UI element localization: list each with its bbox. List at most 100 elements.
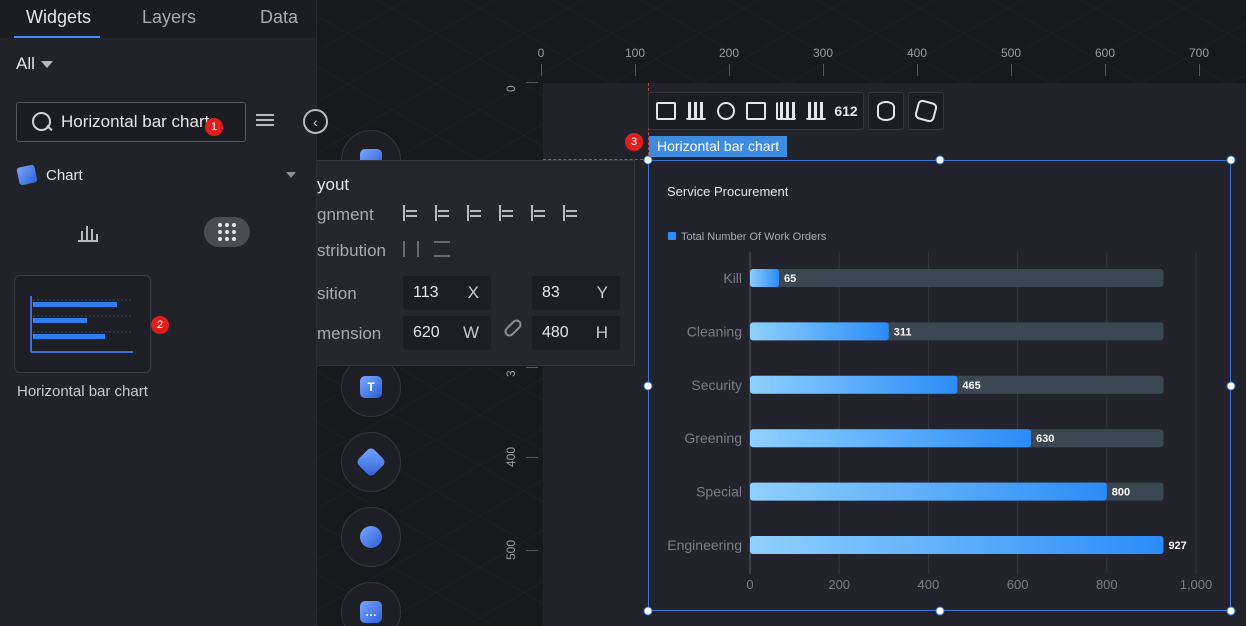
x-tick-label: 200 — [828, 577, 850, 592]
link-aspect-icon[interactable] — [502, 317, 524, 339]
y-category-label: Engineering — [667, 537, 742, 553]
bar-engineering[interactable] — [750, 536, 1164, 554]
chart-title: Service Procurement — [667, 184, 789, 199]
ruler-tick — [823, 64, 824, 76]
ruler-tick — [917, 64, 918, 76]
x-tick-label: 0 — [746, 577, 753, 592]
interaction-icon[interactable] — [913, 98, 939, 124]
tab-widgets[interactable]: Widgets — [14, 7, 100, 38]
tooltip-icon[interactable] — [743, 98, 769, 124]
ruler-tick — [635, 64, 636, 76]
x-tick-label: 800 — [1096, 577, 1118, 592]
distribution-label: stribution — [317, 241, 386, 260]
search-input[interactable] — [61, 112, 211, 132]
ruler-label: 200 — [718, 46, 740, 60]
align-center-icon[interactable] — [563, 205, 580, 221]
toolbar-interaction-group — [908, 92, 944, 130]
resize-handle[interactable] — [1226, 155, 1236, 165]
view-toggle — [60, 216, 250, 248]
toolbar-data-group — [868, 92, 904, 130]
dimension-h-input[interactable]: 480 H — [532, 316, 620, 350]
dimension-label: mension — [317, 324, 382, 343]
dimension-w-input[interactable]: 620 W — [403, 316, 491, 350]
bar-greening[interactable] — [750, 429, 1031, 448]
chevron-down-icon — [40, 60, 53, 68]
text-icon: T — [360, 376, 382, 398]
category-dropdown[interactable]: Chart — [16, 164, 296, 186]
ruler-label: 500 — [504, 539, 518, 560]
align-middle-icon[interactable] — [531, 205, 548, 221]
resize-handle[interactable] — [643, 606, 653, 616]
tab-layers[interactable]: Layers — [130, 7, 208, 38]
bar-chart-icon[interactable] — [683, 98, 709, 124]
tab-data[interactable]: Data — [248, 7, 310, 38]
ruler-tick — [729, 64, 730, 76]
ruler-tick — [526, 457, 538, 458]
bar-cleaning[interactable] — [750, 322, 889, 341]
resize-handle[interactable] — [643, 381, 653, 390]
resize-handle[interactable] — [643, 155, 653, 165]
toolbar-chart-group: 612 — [648, 92, 864, 130]
axis-icon[interactable] — [773, 98, 799, 124]
database-icon[interactable] — [873, 98, 899, 124]
resize-handle[interactable] — [1226, 381, 1236, 390]
align-top-icon[interactable] — [467, 205, 484, 221]
horizontal-bar-chart[interactable]: Service Procurement Total Number Of Work … — [648, 160, 1231, 611]
chart-category-icon — [16, 164, 38, 186]
widget-category-media[interactable] — [341, 432, 401, 492]
align-bottom-icon[interactable] — [499, 205, 516, 221]
bar-special[interactable] — [750, 482, 1107, 501]
widget-card-horizontal-bar-chart[interactable] — [14, 275, 151, 373]
widget-toolbar: 612 — [648, 92, 944, 130]
grid-view-button[interactable] — [204, 217, 250, 247]
position-y-input[interactable]: 83 Y — [532, 276, 620, 310]
collapse-all-icon[interactable] — [256, 111, 276, 133]
horizontal-bar-chart-thumbnail — [30, 296, 133, 353]
y-category-label: Special — [696, 484, 742, 500]
legend-label[interactable]: Total Number Of Work Orders — [681, 231, 827, 243]
widget-label: Horizontal bar chart — [17, 383, 148, 400]
series-icon[interactable] — [803, 98, 829, 124]
y-category-label: Kill — [723, 270, 742, 286]
dimension-h-unit: H — [595, 323, 608, 342]
list-view-icon[interactable] — [78, 222, 100, 242]
ruler-label: 700 — [1188, 46, 1210, 60]
ruler-label: 300 — [812, 46, 834, 60]
more-icon: … — [360, 601, 382, 623]
widget-category-gauge[interactable] — [341, 507, 401, 567]
horizontal-ruler: 0 100 200 300 400 500 600 700 — [537, 38, 1246, 80]
bar-kill[interactable] — [750, 269, 779, 287]
image-icon[interactable] — [653, 98, 679, 124]
ruler-tick — [526, 82, 538, 83]
y-category-label: Greening — [684, 430, 742, 446]
x-tick-label: 1,000 — [1180, 577, 1213, 592]
dimension-w-value: 620 — [413, 324, 440, 341]
alignment-label: gnment — [317, 205, 374, 224]
ruler-tick — [1011, 64, 1012, 76]
resize-handle[interactable] — [935, 155, 944, 165]
target-icon[interactable] — [713, 98, 739, 124]
distribute-vertical-icon[interactable] — [434, 241, 450, 257]
align-right-icon[interactable] — [435, 205, 452, 221]
chevron-down-icon — [286, 172, 296, 178]
distribute-horizontal-icon[interactable] — [403, 241, 419, 257]
media-icon — [355, 446, 387, 478]
widget-category-text[interactable]: T — [341, 357, 401, 417]
resize-handle[interactable] — [935, 606, 944, 616]
layout-panel: yout gnment stribution sition 113 X 83 Y… — [317, 160, 635, 366]
filter-dropdown[interactable]: All — [16, 54, 53, 74]
bar-value-label: 630 — [1036, 433, 1054, 445]
bar-security[interactable] — [750, 375, 958, 394]
align-left-icon[interactable] — [403, 205, 420, 221]
bar-track — [750, 269, 1164, 287]
ruler-label: 0 — [537, 46, 545, 60]
resize-handle[interactable] — [1226, 606, 1236, 616]
position-x-input[interactable]: 113 X — [403, 276, 491, 310]
layout-panel-title: yout — [317, 175, 350, 194]
number-format-icon[interactable]: 612 — [833, 98, 859, 124]
legend-swatch[interactable] — [668, 232, 676, 240]
position-y-value: 83 — [542, 284, 560, 301]
position-y-unit: Y — [596, 283, 608, 302]
ruler-label: 600 — [1094, 46, 1116, 60]
collapse-panel-button[interactable]: ‹ — [303, 109, 328, 134]
